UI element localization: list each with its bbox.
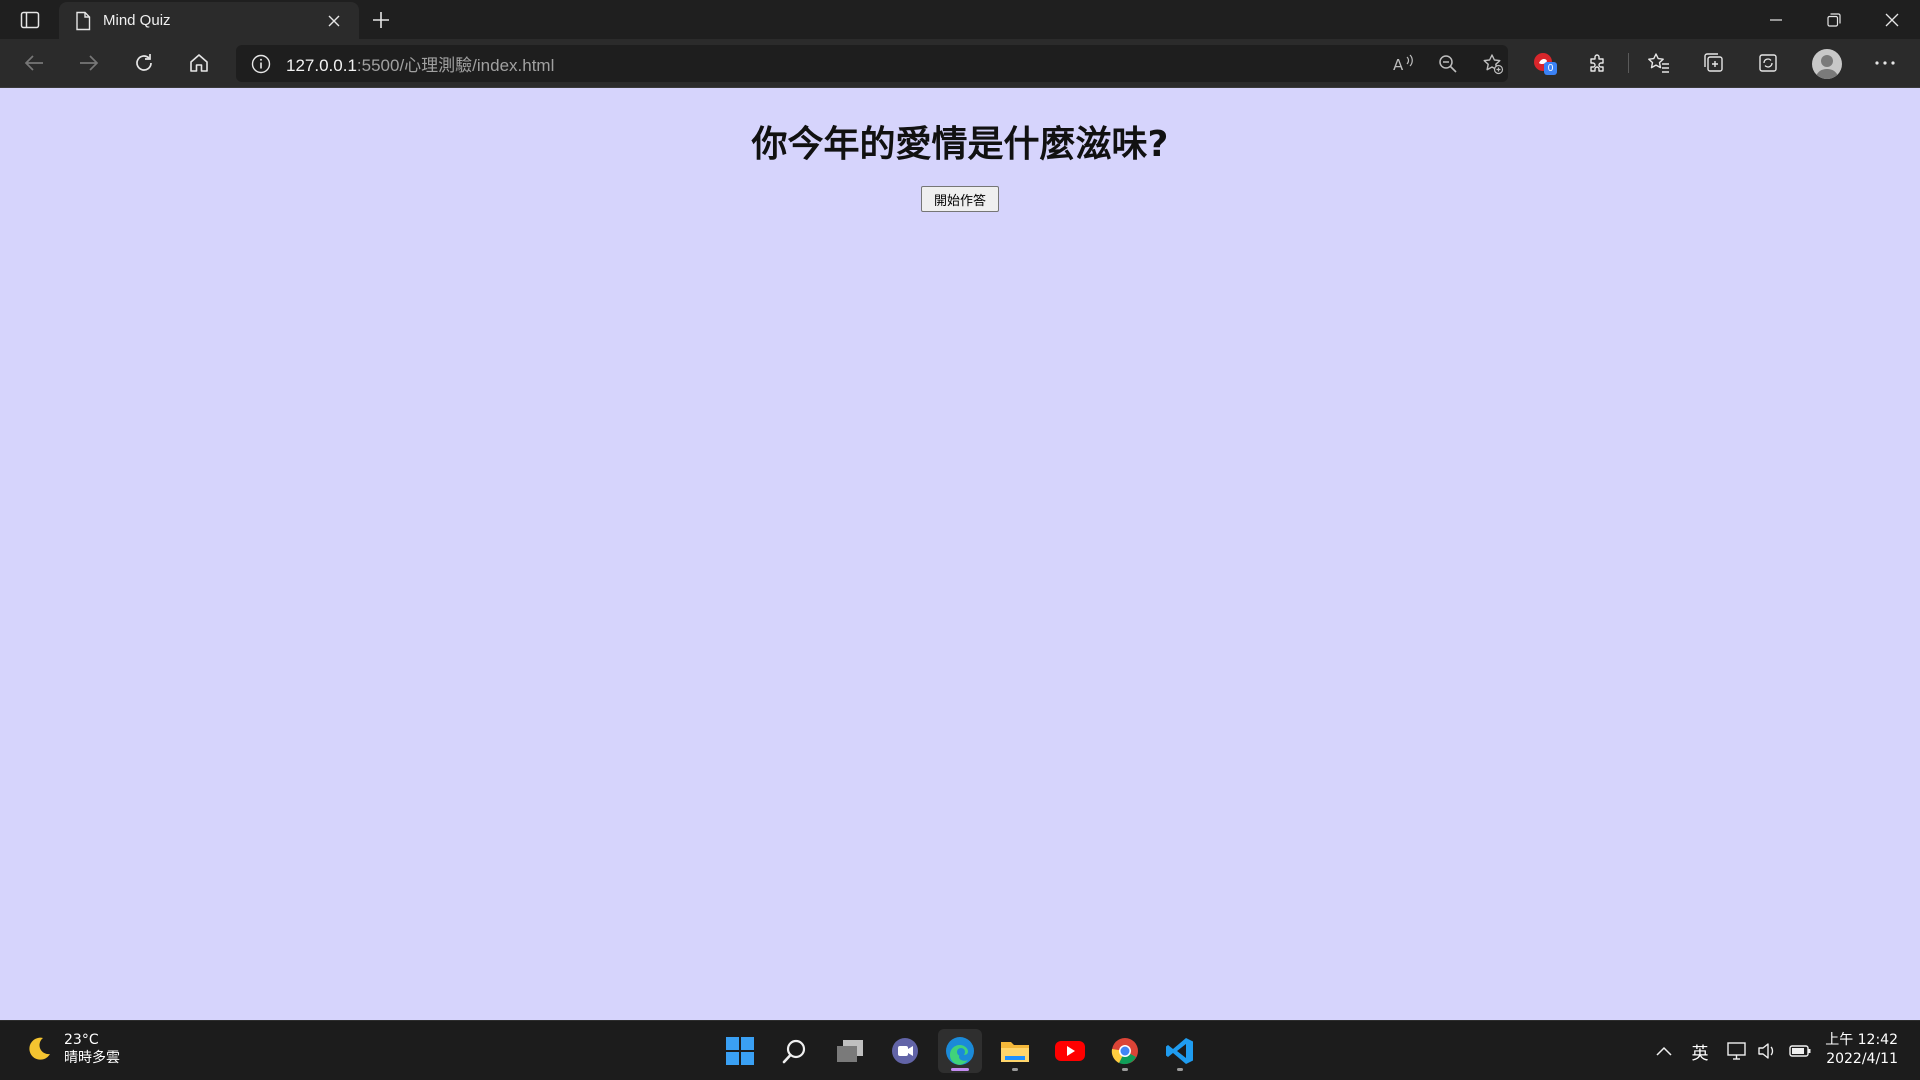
page-title: 你今年的愛情是什麼滋味?	[751, 124, 1169, 165]
tab-close-icon[interactable]	[321, 8, 347, 34]
chrome-icon[interactable]	[1103, 1029, 1147, 1073]
info-icon[interactable]	[250, 53, 272, 75]
favorites-icon[interactable]	[1641, 46, 1677, 80]
forward-icon[interactable]	[71, 46, 107, 80]
running-indicator	[951, 1068, 969, 1071]
browser-titlebar: Mind Quiz	[0, 0, 1920, 39]
tab-title: Mind Quiz	[103, 12, 171, 29]
windows-start-icon[interactable]	[718, 1029, 762, 1073]
toolbar-separator	[1628, 53, 1629, 73]
refresh-icon[interactable]	[126, 46, 162, 80]
home-icon[interactable]	[181, 46, 217, 80]
running-indicator	[1122, 1068, 1128, 1071]
system-clock[interactable]: 上午 12:42 2022/4/11	[1825, 1031, 1898, 1069]
ime-indicator[interactable]: 英	[1688, 1037, 1712, 1065]
weather-temperature: 23°C	[64, 1032, 99, 1048]
volume-icon[interactable]	[1756, 1037, 1778, 1065]
task-view-icon[interactable]	[828, 1029, 872, 1073]
extension-badge: 0	[1544, 62, 1557, 75]
clock-time: 上午 12:42	[1825, 1032, 1898, 1048]
new-tab-icon[interactable]	[366, 6, 396, 34]
read-aloud-icon[interactable]: A	[1386, 51, 1420, 77]
svg-text:A: A	[1393, 56, 1404, 74]
extensions-puzzle-icon[interactable]	[1580, 46, 1616, 80]
edge-browser-icon[interactable]	[938, 1029, 982, 1073]
browser-toolbar: 127.0.0.1:5500/心理測驗/index.html A 0	[0, 39, 1920, 88]
url-text[interactable]: 127.0.0.1:5500/心理測驗/index.html	[286, 51, 554, 76]
document-icon	[73, 11, 93, 31]
running-indicator	[1012, 1068, 1018, 1071]
browser-essentials-icon[interactable]	[1750, 46, 1786, 80]
page-content: 你今年的愛情是什麼滋味? 開始作答	[0, 89, 1920, 1020]
start-quiz-button[interactable]: 開始作答	[921, 186, 999, 212]
url-host: 127.0.0.1	[286, 56, 357, 75]
settings-more-icon[interactable]	[1867, 46, 1903, 80]
profile-avatar[interactable]	[1812, 49, 1842, 79]
weather-widget[interactable]: 23°C 晴時多雲	[24, 1031, 120, 1067]
close-window-icon[interactable]	[1864, 0, 1920, 39]
add-favorite-icon[interactable]	[1476, 51, 1510, 77]
file-explorer-icon[interactable]	[993, 1029, 1037, 1073]
moon-icon	[29, 1037, 50, 1060]
windows-taskbar: 23°C 晴時多雲 英 上午 12:42 2022/4/11	[0, 1020, 1920, 1080]
zoom-out-icon[interactable]	[1431, 51, 1465, 77]
youtube-icon[interactable]	[1048, 1029, 1092, 1073]
chevron-up-icon[interactable]	[1654, 1037, 1674, 1065]
battery-icon[interactable]	[1788, 1037, 1812, 1065]
tab-mind-quiz[interactable]: Mind Quiz	[59, 2, 359, 39]
network-icon[interactable]	[1726, 1037, 1748, 1065]
url-path: :5500/心理測驗/index.html	[356, 56, 555, 75]
clock-date: 2022/4/11	[1826, 1051, 1898, 1067]
tab-actions-icon[interactable]	[14, 8, 46, 32]
vscode-icon[interactable]	[1158, 1029, 1202, 1073]
address-bar[interactable]: 127.0.0.1:5500/心理測驗/index.html A	[236, 45, 1508, 82]
running-indicator	[1177, 1068, 1183, 1071]
extension-icon[interactable]: 0	[1526, 46, 1562, 80]
restore-icon[interactable]	[1806, 0, 1862, 39]
collections-icon[interactable]	[1696, 46, 1732, 80]
back-icon[interactable]	[16, 46, 52, 80]
minimize-icon[interactable]	[1748, 0, 1804, 39]
search-icon[interactable]	[773, 1029, 817, 1073]
teams-chat-icon[interactable]	[883, 1029, 927, 1073]
weather-description: 晴時多雲	[64, 1050, 120, 1066]
